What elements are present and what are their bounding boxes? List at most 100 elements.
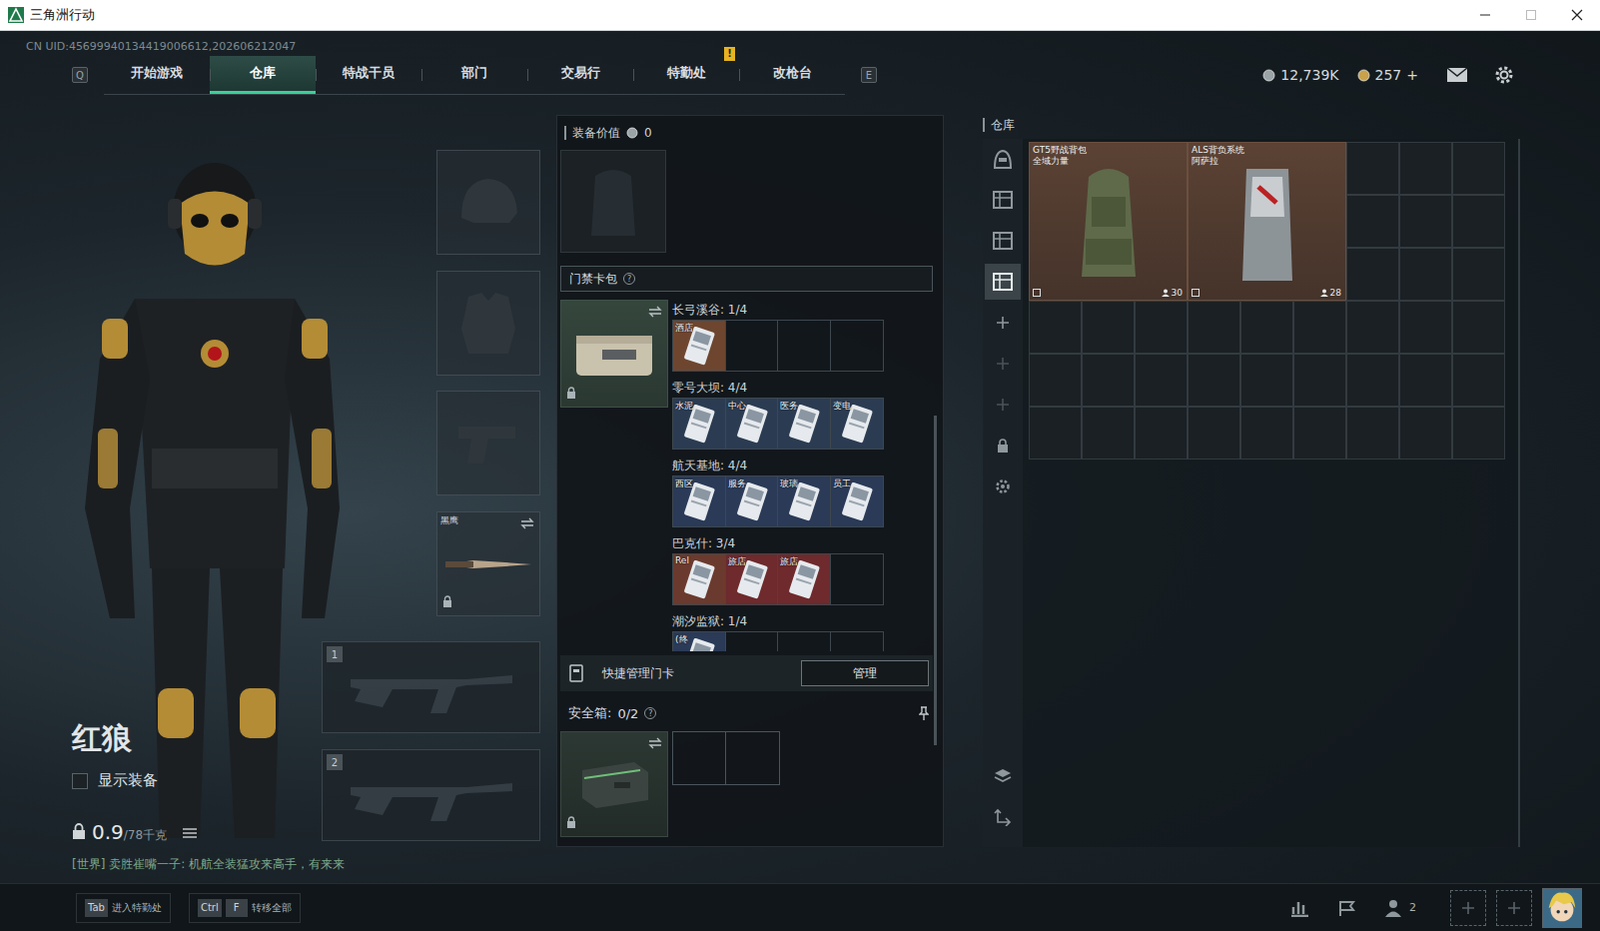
keycard-help-button[interactable]: ? [623, 272, 636, 285]
keycard[interactable]: (终 [673, 632, 727, 652]
maximize-button[interactable] [1508, 0, 1555, 30]
keycard-holder-slot[interactable] [560, 299, 669, 408]
grid-cell[interactable] [1028, 406, 1082, 460]
warehouse-tab[interactable] [984, 304, 1021, 341]
grid-cell[interactable] [1452, 194, 1506, 248]
melee-slot[interactable]: 黑鹰 [436, 511, 541, 617]
warehouse-action[interactable] [984, 799, 1021, 835]
grid-cell[interactable] [1346, 406, 1400, 460]
nav-tab[interactable]: 仓库 [209, 55, 316, 94]
keycard[interactable]: 水泥 [673, 398, 727, 449]
list-icon[interactable] [182, 826, 197, 839]
nav-tab[interactable]: 特战干员 [315, 55, 422, 94]
weapon-slot[interactable]: 1 [321, 641, 541, 734]
close-button[interactable] [1554, 0, 1600, 30]
grid-cell[interactable] [1293, 406, 1347, 460]
grid-cell[interactable] [1187, 353, 1241, 407]
grid-cell[interactable] [1028, 300, 1082, 354]
keycard[interactable]: 旅店 [778, 554, 831, 605]
pistol-slot[interactable] [436, 390, 541, 496]
warehouse-tab[interactable] [984, 345, 1021, 382]
warehouse-tab[interactable] [984, 386, 1021, 423]
keycard-scrollbar[interactable] [933, 415, 937, 746]
grid-cell[interactable] [1081, 406, 1135, 460]
grid-cell[interactable] [1399, 406, 1453, 460]
shortcut-hint[interactable]: CtrlF转移全部 [188, 892, 301, 923]
backpack-slot[interactable] [560, 149, 667, 253]
show-equipment-checkbox[interactable] [71, 773, 88, 790]
swap-icon[interactable] [520, 517, 535, 530]
help-mark[interactable]: ? [648, 709, 653, 719]
empty-keycard-slot[interactable] [726, 320, 780, 371]
grid-cell[interactable] [1134, 300, 1188, 354]
nav-tab-label[interactable]: 特战干员 [342, 63, 395, 82]
weapon-slot[interactable]: 2 [321, 749, 541, 841]
keycard[interactable]: 医务 [778, 398, 831, 449]
grid-cell[interactable] [1346, 194, 1400, 248]
add-teammate-button[interactable] [1450, 889, 1487, 926]
gear-icon[interactable] [1494, 64, 1515, 85]
grid-cell[interactable] [1399, 194, 1453, 248]
empty-keycard-slot[interactable] [830, 320, 884, 371]
keycard[interactable]: 变电 [830, 398, 884, 449]
show-equipment-label[interactable]: 显示装备 [97, 771, 158, 791]
grid-cell[interactable] [1346, 300, 1400, 354]
keycard[interactable]: 服务 [726, 476, 780, 527]
nav-tab[interactable]: 改枪台 [739, 55, 845, 94]
empty-keycard-slot[interactable] [830, 632, 884, 652]
nav-tab[interactable]: 特勤处! [633, 55, 740, 94]
add-currency-button[interactable]: + [1406, 66, 1419, 83]
grid-cell[interactable] [1134, 353, 1188, 407]
nav-tab-label[interactable]: 特勤处 [667, 63, 707, 82]
grid-cell[interactable] [1028, 353, 1082, 407]
nav-tab[interactable]: 开始游戏 [103, 55, 210, 94]
helmet-slot[interactable] [436, 149, 541, 255]
minimize-button[interactable] [1462, 0, 1509, 30]
grid-cell[interactable] [1452, 406, 1506, 460]
grid-cell[interactable] [1399, 141, 1453, 195]
keycard[interactable]: 酒店 [673, 320, 727, 371]
grid-cell[interactable] [1346, 353, 1400, 407]
warehouse-tab[interactable] [984, 427, 1021, 464]
warehouse-tab[interactable] [984, 263, 1021, 300]
key-label[interactable]: E [865, 69, 872, 81]
pin-icon[interactable] [918, 706, 929, 721]
avatar-icon[interactable] [1542, 887, 1583, 928]
add-teammate-button[interactable] [1496, 889, 1533, 926]
shortcut-label[interactable]: 进入特勤处 [111, 900, 162, 915]
friends-button[interactable]: 2 [1385, 898, 1417, 917]
nav-tab[interactable]: 交易行 [527, 55, 634, 94]
nav-tab-label[interactable]: 仓库 [249, 63, 276, 82]
empty-keycard-slot[interactable] [778, 632, 831, 652]
friends-count[interactable]: 2 [1409, 900, 1417, 914]
swap-icon[interactable] [648, 737, 663, 750]
grid-cell[interactable] [1293, 300, 1347, 354]
keycard[interactable]: 中心 [726, 398, 780, 449]
warehouse-tab[interactable] [984, 222, 1021, 259]
show-equipment-toggle[interactable]: 显示装备 [71, 771, 322, 791]
grid-cell[interactable] [1399, 300, 1453, 354]
stats-button[interactable] [1289, 898, 1310, 917]
grid-cell[interactable] [1452, 300, 1506, 354]
grid-cell[interactable] [1346, 141, 1400, 195]
mail-icon[interactable] [1446, 66, 1469, 83]
empty-keycard-slot[interactable] [726, 632, 780, 652]
grid-cell[interactable] [1134, 406, 1188, 460]
grid-cell[interactable] [1081, 353, 1135, 407]
safe-box-slot[interactable] [560, 731, 669, 837]
safe-slot[interactable] [673, 732, 727, 785]
grid-cell[interactable] [1452, 353, 1506, 407]
grid-cell[interactable] [1399, 353, 1453, 407]
empty-keycard-slot[interactable] [830, 554, 884, 605]
warehouse-item[interactable]: GT5野战背包全域力量30 [1028, 141, 1188, 301]
keycard[interactable]: 员工 [830, 476, 884, 527]
grid-cell[interactable] [1399, 247, 1453, 301]
grid-cell[interactable] [1187, 300, 1241, 354]
help-mark[interactable]: ? [627, 274, 632, 284]
safe-box-slots[interactable] [672, 731, 781, 786]
warehouse-item[interactable]: ALS背负系统阿萨拉28 [1187, 141, 1347, 301]
keycard[interactable]: Rel [673, 554, 727, 605]
safe-slot[interactable] [726, 732, 780, 785]
swap-icon[interactable] [648, 305, 663, 318]
e-key[interactable]: E [860, 66, 877, 83]
